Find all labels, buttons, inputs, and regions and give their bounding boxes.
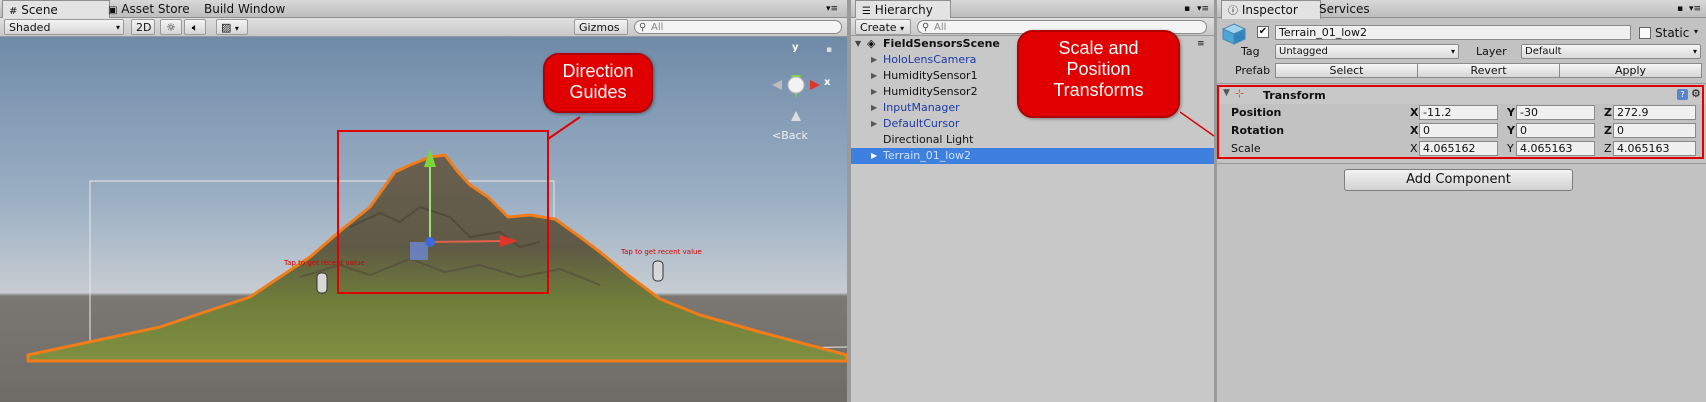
scene-menu-icon[interactable]: ≡ <box>1197 36 1205 52</box>
add-component-button[interactable]: Add Component <box>1344 169 1573 191</box>
expand-arrow-icon[interactable]: ▶ <box>871 52 877 68</box>
prefab-apply-button[interactable]: Apply <box>1559 63 1702 78</box>
transforms-callout: Scale and Position Transforms <box>1017 30 1180 118</box>
gizmos-dropdown[interactable]: Gizmos ▾ <box>574 19 628 49</box>
chevron-down-icon: ▾ <box>900 24 905 33</box>
callout-pointer <box>547 116 581 140</box>
game-object-icon <box>1221 22 1247 46</box>
grid-icon: # <box>9 6 18 17</box>
lighting-toggle-button[interactable]: ☼ <box>160 19 182 35</box>
object-name-field[interactable]: Terrain_01_low2 <box>1275 25 1631 40</box>
scene-search-input[interactable]: ⚲ All <box>634 20 842 34</box>
sensor-label-right: Tap to get recent value <box>621 248 702 256</box>
lock-icon[interactable]: ▪ <box>1184 4 1190 14</box>
hierarchy-item-directional-light[interactable]: Directional Light <box>851 132 1214 148</box>
search-icon: ⚲ <box>922 22 930 33</box>
chevron-down-icon: ▾ <box>115 23 120 32</box>
gizmo-x-label: x <box>824 77 831 88</box>
chevron-down-icon: ▾ <box>1692 47 1697 56</box>
info-icon: ⓘ <box>1228 6 1238 17</box>
tab-scene[interactable]: # Scene <box>2 0 110 19</box>
audio-toggle-button[interactable]: 🔈︎ <box>184 19 206 35</box>
effects-toggle-button[interactable]: ▨ ▾ <box>216 19 248 35</box>
static-checkbox[interactable] <box>1639 27 1651 39</box>
scene-tab-strip: # Scene ▣ Asset Store Build Window ▾≡ <box>0 0 847 19</box>
hierarchy-item-terrain[interactable]: ▶ Terrain_01_low2 <box>851 148 1214 164</box>
divider <box>1217 163 1706 164</box>
store-icon: ▣ <box>108 5 118 16</box>
speaker-icon: 🔈︎ <box>191 21 199 34</box>
orientation-gizmo[interactable] <box>772 75 820 121</box>
scene-panel: # Scene ▣ Asset Store Build Window ▾≡ Sh… <box>0 0 847 402</box>
gizmo-back-label[interactable]: <Back <box>772 129 808 142</box>
image-icon: ▨ <box>221 21 232 34</box>
expand-arrow-icon[interactable]: ▶ <box>871 100 877 116</box>
layer-dropdown[interactable]: Default ▾ <box>1521 44 1701 59</box>
humidity-sensor-2-model[interactable] <box>652 260 664 282</box>
back-arrow-icon: < <box>772 129 782 142</box>
z-plane-handle[interactable] <box>410 242 428 260</box>
prefab-revert-button[interactable]: Revert <box>1417 63 1560 78</box>
sensor-label-left: Tap to get recent value <box>284 259 365 267</box>
expand-arrow-icon[interactable]: ▶ <box>871 148 877 164</box>
tab-inspector[interactable]: ⓘ Inspector <box>1221 0 1321 19</box>
panel-menu-icon[interactable]: ▾≡ <box>1197 4 1209 14</box>
gizmo-center[interactable] <box>425 237 435 247</box>
lock-icon[interactable]: ▪ <box>1677 4 1683 14</box>
hierarchy-tab-strip: ☰ Hierarchy ▪ ▾≡ <box>851 0 1214 19</box>
lock-icon[interactable]: ▪ <box>826 45 832 55</box>
create-dropdown[interactable]: Create ▾ <box>855 19 911 35</box>
scene-canvas <box>26 75 847 363</box>
panel-menu-icon[interactable]: ▾≡ <box>826 4 838 14</box>
gizmo-y-label: y <box>792 42 799 53</box>
scene-viewport[interactable]: y x ▪ <Back Tap to get recent value Tap … <box>0 37 847 402</box>
panel-menu-icon[interactable]: ▾≡ <box>1689 4 1701 14</box>
chevron-down-icon: ▾ <box>1450 47 1455 56</box>
static-dropdown-icon[interactable]: ▾ <box>1694 27 1698 36</box>
humidity-sensor-1-model[interactable] <box>316 272 328 294</box>
divider <box>1217 83 1706 84</box>
tab-build-window[interactable]: Build Window <box>198 0 291 18</box>
x-axis-handle[interactable] <box>429 240 506 243</box>
tag-label: Tag <box>1241 45 1260 58</box>
active-checkbox[interactable]: ✔ <box>1257 26 1269 38</box>
tab-hierarchy[interactable]: ☰ Hierarchy <box>855 0 951 19</box>
static-label: Static <box>1655 26 1690 40</box>
inspector-tab-strip: ⓘ Inspector Services ▪ ▾≡ <box>1217 0 1706 19</box>
search-icon: ⚲ <box>639 22 647 33</box>
tab-services[interactable]: Services <box>1313 0 1376 18</box>
chevron-down-icon: ▾ <box>234 24 239 33</box>
expand-arrow-icon[interactable]: ▶ <box>871 116 877 132</box>
layer-label: Layer <box>1476 45 1507 58</box>
prefab-label: Prefab <box>1235 64 1271 77</box>
scene-toolbar: Shaded ▾ 2D ☼ 🔈︎ ▨ ▾ Gizmos ▾ ⚲ All <box>0 18 847 49</box>
tab-asset-store[interactable]: ▣ Asset Store <box>102 0 196 18</box>
tag-dropdown[interactable]: Untagged ▾ <box>1275 44 1459 59</box>
prefab-select-button[interactable]: Select <box>1275 63 1418 78</box>
inspector-panel: ⓘ Inspector Services ▪ ▾≡ ✔ Terrain_01_l… <box>1217 0 1706 402</box>
expand-arrow-icon[interactable]: ▶ <box>871 84 877 100</box>
toggle-2d-button[interactable]: 2D <box>131 19 155 35</box>
expand-arrow-icon[interactable]: ▼ <box>855 36 861 52</box>
hierarchy-item-default-cursor[interactable]: ▶ DefaultCursor <box>851 116 1214 132</box>
direction-guides-callout: Direction Guides <box>543 53 653 113</box>
shading-mode-dropdown[interactable]: Shaded ▾ <box>4 19 124 35</box>
transform-callout-pointer <box>1180 111 1215 137</box>
terrain-mesh <box>26 153 847 363</box>
callout-pointer-line <box>1180 111 1215 137</box>
expand-arrow-icon[interactable]: ▶ <box>871 68 877 84</box>
list-icon: ☰ <box>862 6 871 17</box>
sun-icon: ☼ <box>166 21 176 34</box>
unity-scene-icon: ◈ <box>867 37 876 50</box>
